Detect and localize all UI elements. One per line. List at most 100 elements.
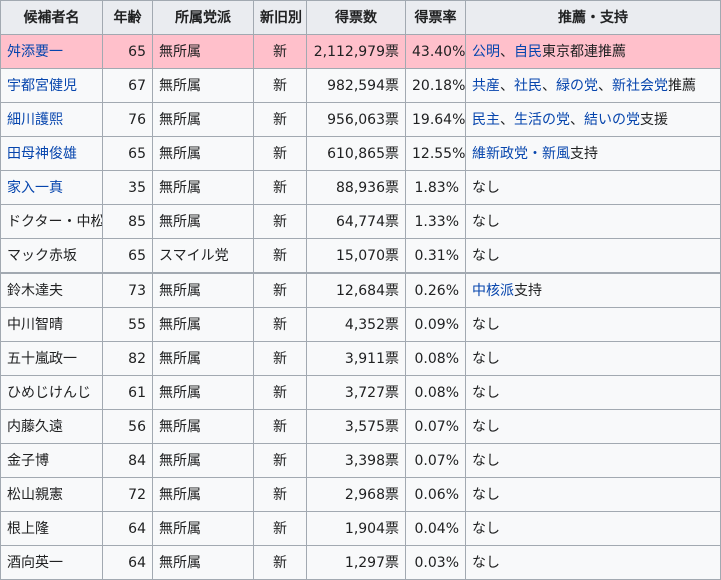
candidate-name-link[interactable]: 舛添要一: [7, 44, 63, 60]
candidate-name-cell: 家入一真: [0, 170, 103, 205]
endorsement-text: なし: [472, 418, 500, 435]
party-cell: 無所属: [152, 34, 254, 69]
endorsement-link[interactable]: 緑の党: [556, 78, 598, 94]
vote-share-cell: 0.03%: [405, 545, 466, 580]
votes-cell: 3,575票: [306, 409, 406, 444]
header-new-incumbent: 新旧別: [253, 0, 307, 35]
endorsement-link[interactable]: 新社会党: [612, 78, 668, 94]
candidate-name: 酒向英一: [7, 554, 63, 571]
candidate-name-cell: 根上隆: [0, 511, 103, 546]
endorsement-text: なし: [472, 179, 500, 196]
new-incumbent-cell: 新: [253, 409, 307, 444]
endorsement-text: 、: [500, 43, 514, 60]
endorsement-link[interactable]: 中核派: [472, 283, 514, 299]
votes-cell: 12,684票: [306, 272, 406, 308]
endorsement-cell: なし: [465, 477, 721, 512]
table-row: 酒向英一 64 無所属新 1,297票 0.03% なし: [0, 545, 721, 580]
candidate-name-cell: 宇都宮健児: [0, 68, 103, 103]
new-incumbent-cell: 新: [253, 443, 307, 478]
votes-cell: 3,398票: [306, 443, 406, 478]
header-endorsement: 推薦・支持: [465, 0, 721, 35]
party-cell: 無所属: [152, 136, 254, 171]
candidate-name-cell: 内藤久遠: [0, 409, 103, 444]
table-row: 根上隆 64 無所属新 1,904票 0.04% なし: [0, 511, 721, 546]
candidate-name-link[interactable]: 田母神俊雄: [7, 146, 77, 162]
age-cell: 65: [102, 34, 153, 69]
endorsement-link[interactable]: 公明: [472, 44, 500, 60]
endorsement-cell: 共産、社民、緑の党、新社会党推薦: [465, 68, 721, 103]
votes-cell: 2,112,979票: [306, 34, 406, 69]
vote-share-cell: 0.26%: [405, 272, 466, 308]
age-cell: 67: [102, 68, 153, 103]
party-cell: 無所属: [152, 545, 254, 580]
vote-share-cell: 0.09%: [405, 307, 466, 342]
endorsement-cell: なし: [465, 341, 721, 376]
age-cell: 61: [102, 375, 153, 410]
age-cell: 72: [102, 477, 153, 512]
endorsement-link[interactable]: 維新政党・新風: [472, 146, 570, 162]
new-incumbent-cell: 新: [253, 307, 307, 342]
new-incumbent-cell: 新: [253, 341, 307, 376]
votes-cell: 3,727票: [306, 375, 406, 410]
endorsement-cell: なし: [465, 238, 721, 274]
vote-share-cell: 0.06%: [405, 477, 466, 512]
candidate-name-link[interactable]: 細川護熙: [7, 112, 63, 128]
candidate-name-cell: 舛添要一: [0, 34, 103, 69]
candidate-name: 金子博: [7, 452, 49, 469]
endorsement-link[interactable]: 民主: [472, 112, 500, 128]
votes-cell: 3,911票: [306, 341, 406, 376]
candidate-name-cell: 五十嵐政一: [0, 341, 103, 376]
endorsement-text: 支持: [514, 282, 542, 299]
vote-share-cell: 0.08%: [405, 341, 466, 376]
party-cell: 無所属: [152, 68, 254, 103]
endorsement-text: 、: [500, 111, 514, 128]
party-cell: 無所属: [152, 409, 254, 444]
header-vote-share: 得票率: [405, 0, 466, 35]
new-incumbent-cell: 新: [253, 102, 307, 137]
endorsement-text: 支援: [640, 111, 668, 128]
endorsement-text: なし: [472, 247, 500, 264]
table-row: 金子博 84 無所属新 3,398票 0.07% なし: [0, 443, 721, 478]
new-incumbent-cell: 新: [253, 238, 307, 274]
candidate-name-cell: 松山親憲: [0, 477, 103, 512]
age-cell: 82: [102, 341, 153, 376]
candidate-name-link[interactable]: 宇都宮健児: [7, 78, 77, 94]
endorsement-text: なし: [472, 520, 500, 537]
table-row: 家入一真 35 無所属新 88,936票 1.83% なし: [0, 170, 721, 205]
age-cell: 84: [102, 443, 153, 478]
endorsement-text: なし: [472, 316, 500, 333]
endorsement-text: なし: [472, 213, 500, 230]
votes-cell: 2,968票: [306, 477, 406, 512]
candidate-name-cell: 酒向英一: [0, 545, 103, 580]
endorsement-text: なし: [472, 452, 500, 469]
header-row: 候補者名 年齢 所属党派 新旧別 得票数 得票率 推薦・支持: [0, 0, 721, 35]
endorsement-text: なし: [472, 350, 500, 367]
endorsement-cell: なし: [465, 204, 721, 239]
endorsement-cell: 維新政党・新風支持: [465, 136, 721, 171]
new-incumbent-cell: 新: [253, 272, 307, 308]
votes-cell: 982,594票: [306, 68, 406, 103]
age-cell: 64: [102, 545, 153, 580]
header-votes: 得票数: [306, 0, 406, 35]
vote-share-cell: 12.55%: [405, 136, 466, 171]
candidate-name-cell: 中川智晴: [0, 307, 103, 342]
votes-cell: 1,904票: [306, 511, 406, 546]
header-candidate-name: 候補者名: [0, 0, 103, 35]
new-incumbent-cell: 新: [253, 34, 307, 69]
candidate-name-cell: 田母神俊雄: [0, 136, 103, 171]
vote-share-cell: 1.83%: [405, 170, 466, 205]
endorsement-link[interactable]: 生活の党: [514, 112, 570, 128]
candidate-name: 根上隆: [7, 520, 49, 537]
candidate-name-cell: 鈴木達夫: [0, 272, 103, 308]
endorsement-link[interactable]: 結いの党: [584, 112, 640, 128]
endorsement-link[interactable]: 共産: [472, 78, 500, 94]
candidate-name: 内藤久遠: [7, 418, 63, 435]
endorsement-text: 、: [542, 77, 556, 94]
endorsement-cell: 中核派支持: [465, 272, 721, 308]
candidate-name-link[interactable]: 家入一真: [7, 180, 63, 196]
endorsement-link[interactable]: 自民: [514, 44, 542, 60]
endorsement-text: 、: [598, 77, 612, 94]
table-row: 五十嵐政一 82 無所属新 3,911票 0.08% なし: [0, 341, 721, 376]
endorsement-link[interactable]: 社民: [514, 78, 542, 94]
endorsement-cell: なし: [465, 409, 721, 444]
